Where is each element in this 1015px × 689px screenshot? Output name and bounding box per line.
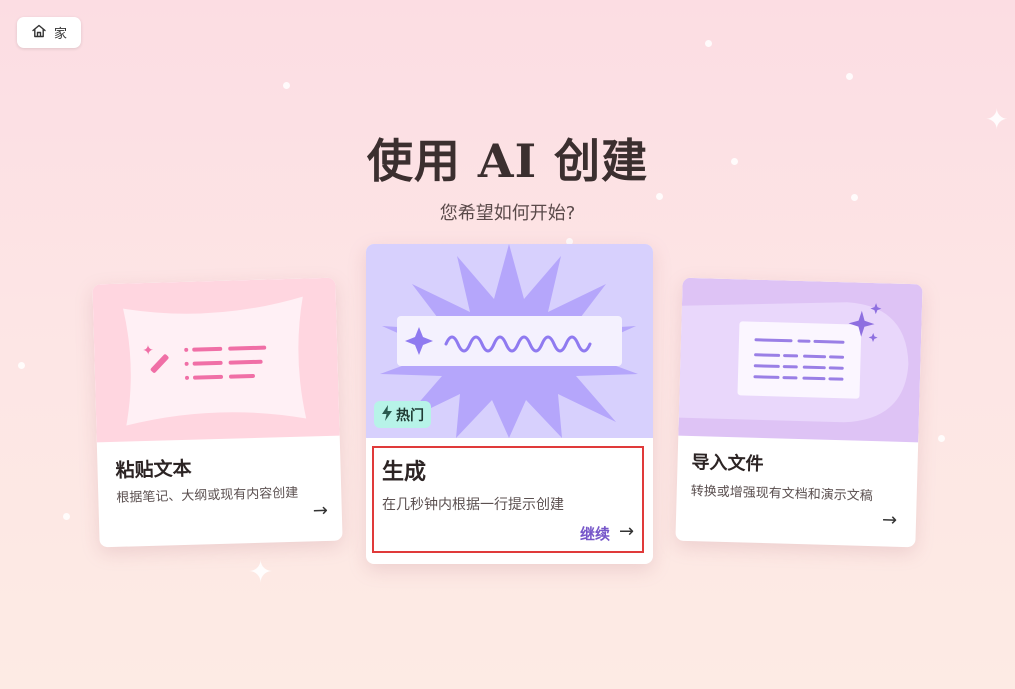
generate-title: 生成 — [382, 460, 427, 485]
background-sparkle — [705, 40, 712, 47]
paste-text-title: 粘贴文本 — [115, 457, 192, 482]
paste-text-card[interactable]: ✦ 粘贴文本 根据笔记、大纲或现有内容创建 → — [92, 277, 343, 548]
arrow-right-icon[interactable]: → — [312, 500, 328, 521]
arrow-right-icon[interactable]: → — [619, 521, 634, 542]
background-sparkle — [938, 435, 945, 442]
import-file-title: 导入文件 — [691, 452, 764, 476]
import-file-description: 转换或增强现有文档和演示文稿 — [690, 484, 873, 505]
home-button[interactable]: 家 — [17, 17, 81, 48]
paste-text-description: 根据笔记、大纲或现有内容创建 — [116, 485, 299, 506]
svg-text:✦: ✦ — [142, 343, 154, 359]
background-sparkle — [63, 513, 70, 520]
background-sparkle — [846, 73, 853, 80]
import-file-card[interactable]: 导入文件 转换或增强现有文档和演示文稿 → — [675, 277, 923, 548]
hot-badge-label: 热门 — [396, 407, 424, 424]
home-label: 家 — [53, 27, 67, 42]
home-icon — [31, 23, 47, 43]
generate-description: 在几秒钟内根据一行提示创建 — [382, 497, 564, 513]
generate-card[interactable]: 热门 生成 在几秒钟内根据一行提示创建 继续 → — [366, 244, 653, 564]
page-title: 使用 AI 创建 — [366, 134, 649, 188]
hot-badge: 热门 — [374, 401, 431, 428]
background-sparkle — [18, 362, 25, 369]
arrow-right-icon[interactable]: → — [882, 509, 898, 530]
paste-text-illustration: ✦ — [92, 277, 340, 443]
lightning-icon — [381, 404, 393, 425]
background-star-icon: ✦ — [248, 555, 274, 590]
import-file-illustration — [678, 277, 923, 443]
background-sparkle — [283, 82, 290, 89]
continue-button[interactable]: 继续 — [580, 523, 610, 544]
page-subtitle: 您希望如何开始? — [439, 203, 576, 224]
